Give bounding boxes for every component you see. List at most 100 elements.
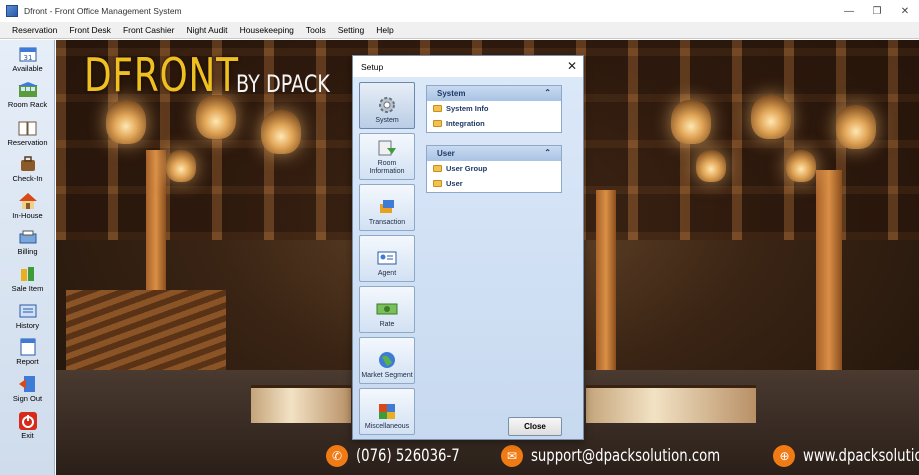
folder-icon: [433, 105, 442, 112]
nav-miscellaneous[interactable]: Miscellaneous: [359, 388, 415, 435]
sidebar-item-reservation[interactable]: Reservation: [2, 119, 53, 147]
menu-help[interactable]: Help: [376, 25, 393, 35]
svg-text:31: 31: [23, 54, 32, 62]
reception-counter: [251, 385, 351, 423]
panel-item-label: User: [446, 179, 463, 188]
menu-housekeeping[interactable]: Housekeeping: [240, 25, 294, 35]
gear-icon: [376, 95, 398, 115]
nav-market-segment[interactable]: Market Segment: [359, 337, 415, 384]
sidebar-item-report[interactable]: Report: [2, 338, 53, 366]
nav-system[interactable]: System: [359, 82, 415, 129]
chandelier: [671, 100, 711, 144]
dfront-logo: DFRONT: [84, 48, 239, 102]
minimize-button[interactable]: —: [835, 0, 863, 22]
menu-night-audit[interactable]: Night Audit: [186, 25, 227, 35]
close-icon[interactable]: ✕: [567, 59, 577, 73]
menu-setting[interactable]: Setting: [338, 25, 364, 35]
sidebar-item-label: Available: [12, 64, 43, 73]
folder-icon: [433, 120, 442, 127]
sidebar-item-sign-out[interactable]: Sign Out: [2, 375, 53, 403]
sidebar-item-label: Reservation: [7, 138, 48, 147]
sidebar-item-label: Check-In: [12, 174, 43, 183]
reception-counter: [586, 385, 756, 423]
chandelier: [836, 105, 876, 149]
panel-item-label: User Group: [446, 164, 488, 173]
panel-title: System: [437, 89, 466, 98]
nav-room-information[interactable]: Room Information: [359, 133, 415, 180]
sidebar-item-sale-item[interactable]: Sale Item: [2, 265, 53, 293]
globe-icon: ⊕: [773, 445, 796, 467]
panel-item-user-group[interactable]: User Group: [427, 161, 561, 176]
transaction-icon: [376, 197, 398, 217]
book-icon: [18, 119, 38, 137]
mail-icon: ✉: [500, 445, 523, 467]
menu-front-desk[interactable]: Front Desk: [69, 25, 111, 35]
sidebar-item-billing[interactable]: Billing: [2, 228, 53, 256]
sidebar-item-in-house[interactable]: In-House: [2, 192, 53, 220]
house-icon: [18, 192, 38, 210]
panel-item-label: Integration: [446, 119, 485, 128]
sidebar-item-label: Sale Item: [11, 284, 44, 293]
chandelier: [786, 150, 816, 182]
panel-header[interactable]: User ⌃: [427, 146, 561, 161]
sidebar: 31 Available Room Rack Reservation Check…: [0, 40, 55, 475]
collapse-icon[interactable]: ⌃: [544, 148, 551, 157]
website-text: www.dpacksolution.com: [803, 446, 919, 466]
sidebar-item-label: Exit: [21, 431, 34, 440]
nav-transaction[interactable]: Transaction: [359, 184, 415, 231]
sidebar-item-label: Report: [16, 357, 39, 366]
nav-label: Agent: [377, 270, 397, 277]
rate-icon: [376, 299, 398, 319]
room-rack-icon: [17, 81, 38, 99]
misc-icon: [376, 401, 398, 421]
panel-header[interactable]: System ⌃: [427, 86, 561, 101]
nav-label: Market Segment: [361, 372, 413, 379]
panel-title: User: [437, 149, 455, 158]
system-panel: System ⌃ System Info Integration: [426, 85, 562, 133]
contact-email: ✉ support@dpacksolution.com: [500, 445, 774, 467]
panel-item-user[interactable]: User: [427, 176, 561, 191]
sidebar-item-exit[interactable]: Exit: [2, 412, 53, 440]
sidebar-item-available[interactable]: 31 Available: [2, 45, 53, 73]
close-window-button[interactable]: ✕: [891, 0, 919, 22]
dialog-title: Setup: [361, 61, 384, 72]
user-panel: User ⌃ User Group User: [426, 145, 562, 193]
maximize-button[interactable]: ❐: [863, 0, 891, 22]
dialog-title-bar: Setup ✕: [353, 56, 583, 77]
folder-icon: [433, 180, 442, 187]
sale-item-icon: [18, 265, 38, 283]
sidebar-item-label: Sign Out: [12, 394, 43, 403]
collapse-icon[interactable]: ⌃: [544, 88, 551, 97]
window-controls: — ❐ ✕: [835, 0, 919, 22]
wood-pillar: [596, 190, 616, 370]
panel-item-integration[interactable]: Integration: [427, 116, 561, 131]
nav-label: Miscellaneous: [364, 423, 410, 430]
dialog-body: System Room Information Transaction Agen…: [353, 77, 583, 439]
chandelier: [166, 150, 196, 182]
luggage-icon: [18, 155, 38, 173]
sidebar-item-history[interactable]: History: [2, 302, 53, 330]
setup-dialog: Setup ✕ System Room Information Transact…: [352, 55, 584, 440]
billing-icon: [18, 228, 38, 246]
menu-front-cashier[interactable]: Front Cashier: [123, 25, 175, 35]
phone-icon: ✆: [326, 445, 348, 467]
title-bar: Dfront - Front Office Management System …: [0, 0, 919, 22]
agent-icon: [376, 248, 398, 268]
nav-label: Rate: [379, 321, 395, 328]
sidebar-item-check-in[interactable]: Check-In: [2, 155, 53, 183]
menu-tools[interactable]: Tools: [306, 25, 326, 35]
menu-reservation[interactable]: Reservation: [12, 25, 57, 35]
panel-item-system-info[interactable]: System Info: [427, 101, 561, 116]
app-icon: [6, 5, 18, 17]
nav-rate[interactable]: Rate: [359, 286, 415, 333]
sidebar-item-room-rack[interactable]: Room Rack: [2, 81, 53, 109]
nav-agent[interactable]: Agent: [359, 235, 415, 282]
chandelier: [261, 110, 301, 154]
sign-out-icon: [18, 375, 38, 393]
nav-label: Transaction: [368, 219, 406, 226]
nav-label: System: [375, 117, 399, 124]
close-button[interactable]: Close: [508, 417, 562, 436]
room-info-icon: [376, 138, 398, 158]
email-text: support@dpacksolution.com: [530, 446, 721, 466]
sidebar-item-label: Billing: [17, 247, 38, 256]
